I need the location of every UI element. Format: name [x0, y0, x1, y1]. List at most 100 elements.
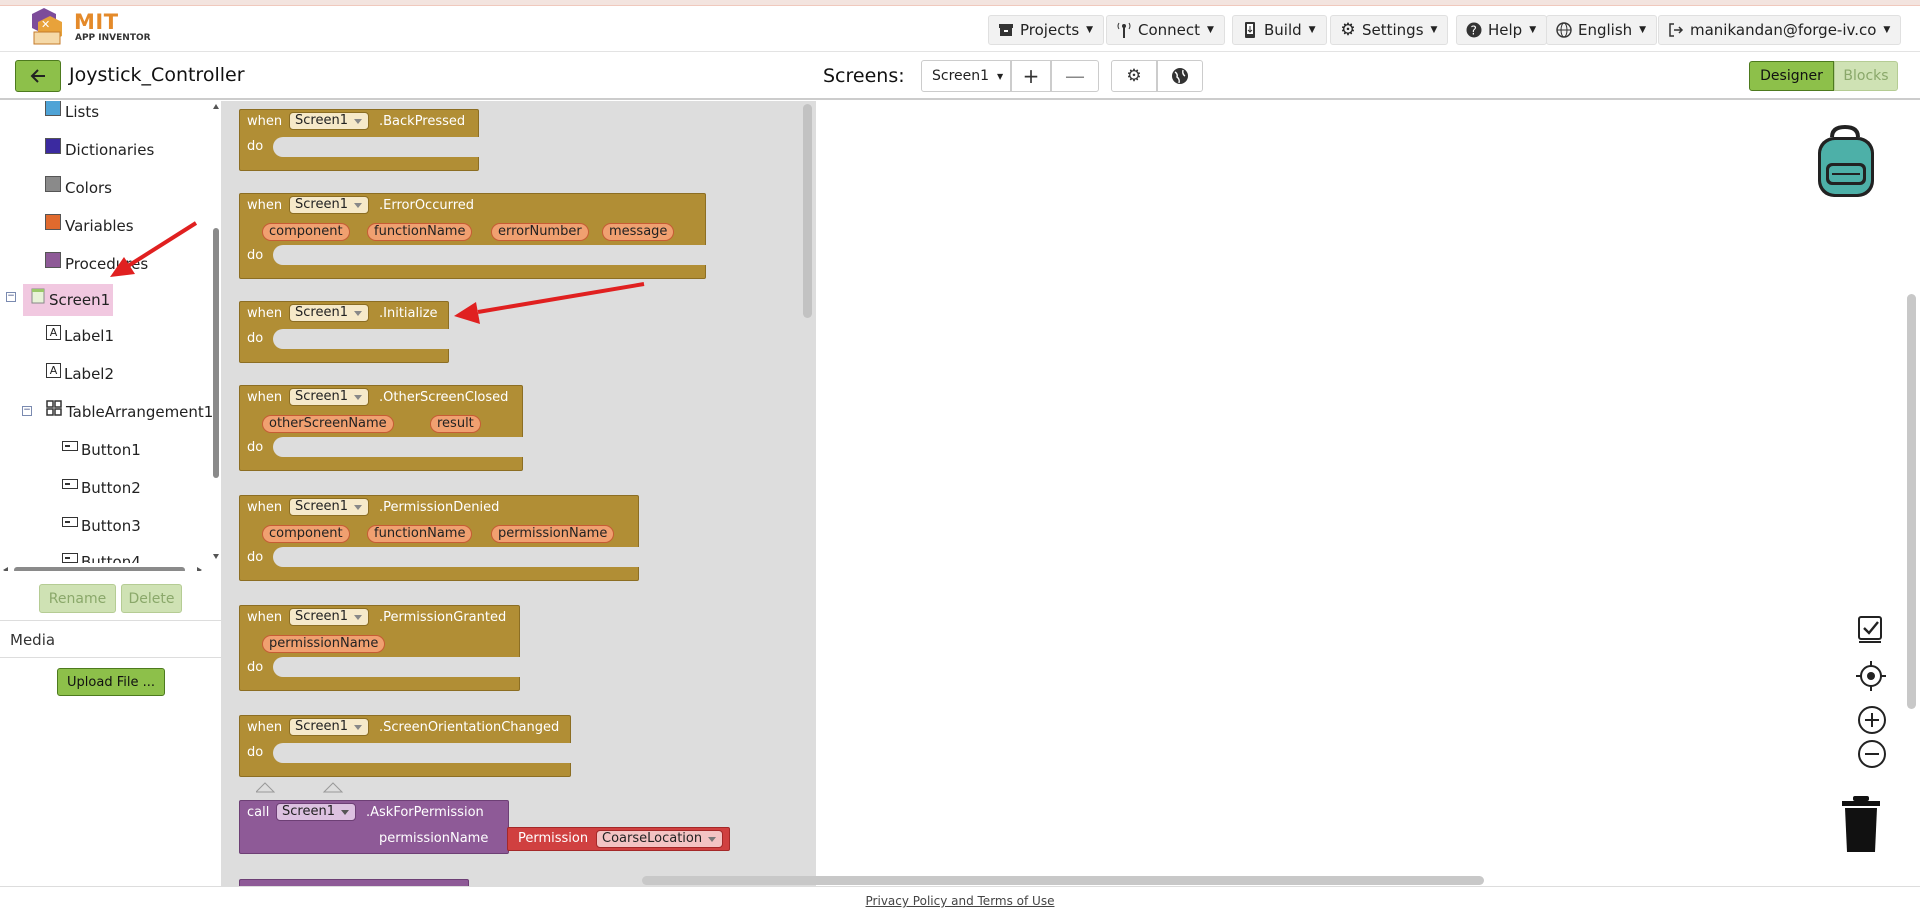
tree-item-button3[interactable]: Button3: [62, 517, 141, 535]
procedures-color-swatch: [45, 252, 61, 268]
block-when-label: when: [247, 610, 283, 625]
component-dropdown[interactable]: Screen1: [289, 112, 369, 130]
event-parameter[interactable]: component: [262, 223, 350, 241]
block-when-initialize[interactable]: when Screen1 .Initialize do: [239, 301, 449, 363]
zoom-out-icon[interactable]: [1857, 739, 1887, 769]
remove-screen-button[interactable]: —: [1051, 60, 1099, 92]
event-parameter[interactable]: permissionName: [491, 525, 615, 543]
label-component-icon: A: [46, 362, 61, 378]
event-parameter[interactable]: message: [602, 223, 675, 241]
tree-vertical-scrollbar[interactable]: [210, 101, 222, 561]
component-dropdown[interactable]: Screen1: [289, 608, 369, 626]
block-call-askforpermission[interactable]: call Screen1 .AskForPermission permissio…: [239, 800, 730, 854]
event-parameter[interactable]: component: [262, 525, 350, 543]
trash-can-icon[interactable]: [1839, 794, 1883, 854]
add-screen-button[interactable]: +: [1011, 60, 1051, 92]
block-when-erroroccurred[interactable]: when Screen1 .ErrorOccurred component fu…: [239, 193, 706, 279]
top-menu-bar: ✕ MIT APP INVENTOR Projects ▼ Connect ▼ Bu…: [0, 6, 1920, 52]
tree-item-dictionaries[interactable]: Dictionaries: [45, 138, 154, 159]
event-parameter[interactable]: functionName: [367, 525, 473, 543]
block-when-permissiongranted[interactable]: when Screen1 .PermissionGranted permissi…: [239, 605, 520, 691]
component-dropdown[interactable]: Screen1: [289, 196, 369, 214]
event-name: .ScreenOrientationChanged: [379, 720, 560, 735]
rename-button[interactable]: Rename: [39, 584, 116, 613]
colors-color-swatch: [45, 176, 61, 192]
tree-item-label2[interactable]: A Label2: [46, 362, 114, 383]
projects-menu[interactable]: Projects ▼: [988, 15, 1105, 45]
back-button[interactable]: [15, 60, 61, 92]
recenter-icon[interactable]: [1856, 661, 1886, 691]
backpack-icon[interactable]: [1810, 123, 1880, 199]
tree-horizontal-scrollbar[interactable]: [0, 564, 205, 571]
collapse-toggle-icon[interactable]: −: [22, 406, 32, 416]
event-parameter[interactable]: errorNumber: [491, 223, 589, 241]
tree-item-button2[interactable]: Button2: [62, 479, 141, 497]
delete-button[interactable]: Delete: [121, 584, 182, 613]
settings-menu[interactable]: ⚙ Settings ▼: [1330, 15, 1449, 45]
privacy-policy-link[interactable]: Privacy Policy and Terms of Use: [866, 894, 1055, 908]
designer-button[interactable]: Designer: [1749, 61, 1834, 91]
zoom-in-icon[interactable]: [1857, 705, 1887, 735]
block-when-otherscreenclosed[interactable]: when Screen1 .OtherScreenClosed otherScr…: [239, 385, 523, 471]
tree-item-label1[interactable]: A Label1: [46, 324, 114, 345]
tree-item-button1[interactable]: Button1: [62, 441, 141, 459]
blocks-button[interactable]: Blocks: [1834, 61, 1898, 91]
block-when-screenorientationchanged[interactable]: when Screen1 .ScreenOrientationChanged d…: [239, 715, 571, 777]
tree-item-variables[interactable]: Variables: [45, 214, 134, 235]
caret-down-icon: ▼: [1086, 25, 1094, 35]
help-icon: ?: [1465, 21, 1483, 39]
settings-label: Settings: [1362, 21, 1424, 39]
variables-color-swatch: [45, 214, 61, 230]
build-menu[interactable]: Build ▼: [1232, 15, 1327, 45]
component-dropdown[interactable]: Screen1: [289, 718, 369, 736]
drawer-scrollbar[interactable]: [803, 104, 812, 318]
event-parameter[interactable]: result: [430, 415, 481, 433]
notch-markers: [256, 782, 344, 793]
tree-item-colors[interactable]: Colors: [45, 176, 112, 197]
select-all-checkbox-icon[interactable]: [1856, 614, 1886, 644]
media-header: Media: [0, 620, 222, 658]
block-call-partial[interactable]: [239, 879, 469, 886]
block-do-label: do: [247, 139, 264, 154]
tree-item-procedures[interactable]: Procedures: [45, 252, 148, 273]
project-properties-button[interactable]: ⚙: [1111, 60, 1157, 92]
block-when-label: when: [247, 500, 283, 515]
tree-item-button4[interactable]: Button4: [62, 553, 141, 563]
upload-file-button[interactable]: Upload File ...: [57, 668, 165, 696]
workspace-horizontal-scrollbar[interactable]: [642, 876, 1484, 885]
workspace-vertical-scrollbar[interactable]: [1907, 294, 1916, 709]
caret-down-icon: ▼: [1207, 25, 1214, 35]
component-dropdown[interactable]: Screen1: [289, 388, 369, 406]
permission-value-block[interactable]: Permission CoarseLocation: [507, 827, 730, 851]
method-argument-label: permissionName: [379, 831, 489, 846]
block-when-permissiondenied[interactable]: when Screen1 .PermissionDenied component…: [239, 495, 639, 581]
method-name: .AskForPermission: [366, 805, 484, 820]
blocks-palette-panel: Lists Dictionaries Colors Variables Proc…: [0, 101, 222, 886]
app-logo[interactable]: ✕ MIT APP INVENTOR: [24, 8, 154, 48]
publish-button[interactable]: [1157, 60, 1203, 92]
component-dropdown[interactable]: Screen1: [289, 498, 369, 516]
tree-item-lists[interactable]: Lists: [45, 101, 100, 121]
blocks-workspace[interactable]: [816, 101, 1920, 886]
block-do-label: do: [247, 660, 264, 675]
permission-dropdown[interactable]: CoarseLocation: [596, 830, 724, 848]
connect-menu[interactable]: Connect ▼: [1106, 15, 1225, 45]
collapse-toggle-icon[interactable]: −: [6, 292, 16, 302]
language-menu[interactable]: English ▼: [1546, 15, 1658, 45]
screen-selector[interactable]: Screen1 ▼: [921, 60, 1011, 92]
block-when-backpressed[interactable]: when Screen1 .BackPressed do: [239, 109, 479, 171]
footer: Privacy Policy and Terms of Use: [0, 886, 1920, 916]
component-dropdown[interactable]: Screen1: [276, 803, 356, 821]
tree-item-screen1[interactable]: Screen1: [23, 284, 113, 316]
event-parameter[interactable]: permissionName: [262, 635, 386, 653]
tree-item-label: Lists: [65, 103, 100, 121]
block-when-label: when: [247, 306, 283, 321]
tree-item-tablearrangement1[interactable]: TableArrangement1: [46, 400, 213, 421]
event-name: .PermissionGranted: [379, 610, 507, 625]
event-name: .BackPressed: [379, 114, 466, 129]
component-dropdown[interactable]: Screen1: [289, 304, 369, 322]
event-parameter[interactable]: otherScreenName: [262, 415, 394, 433]
event-parameter[interactable]: functionName: [367, 223, 473, 241]
account-menu[interactable]: manikandan@forge-iv.co ▼: [1658, 15, 1902, 45]
help-menu[interactable]: ? Help ▼: [1456, 15, 1548, 45]
